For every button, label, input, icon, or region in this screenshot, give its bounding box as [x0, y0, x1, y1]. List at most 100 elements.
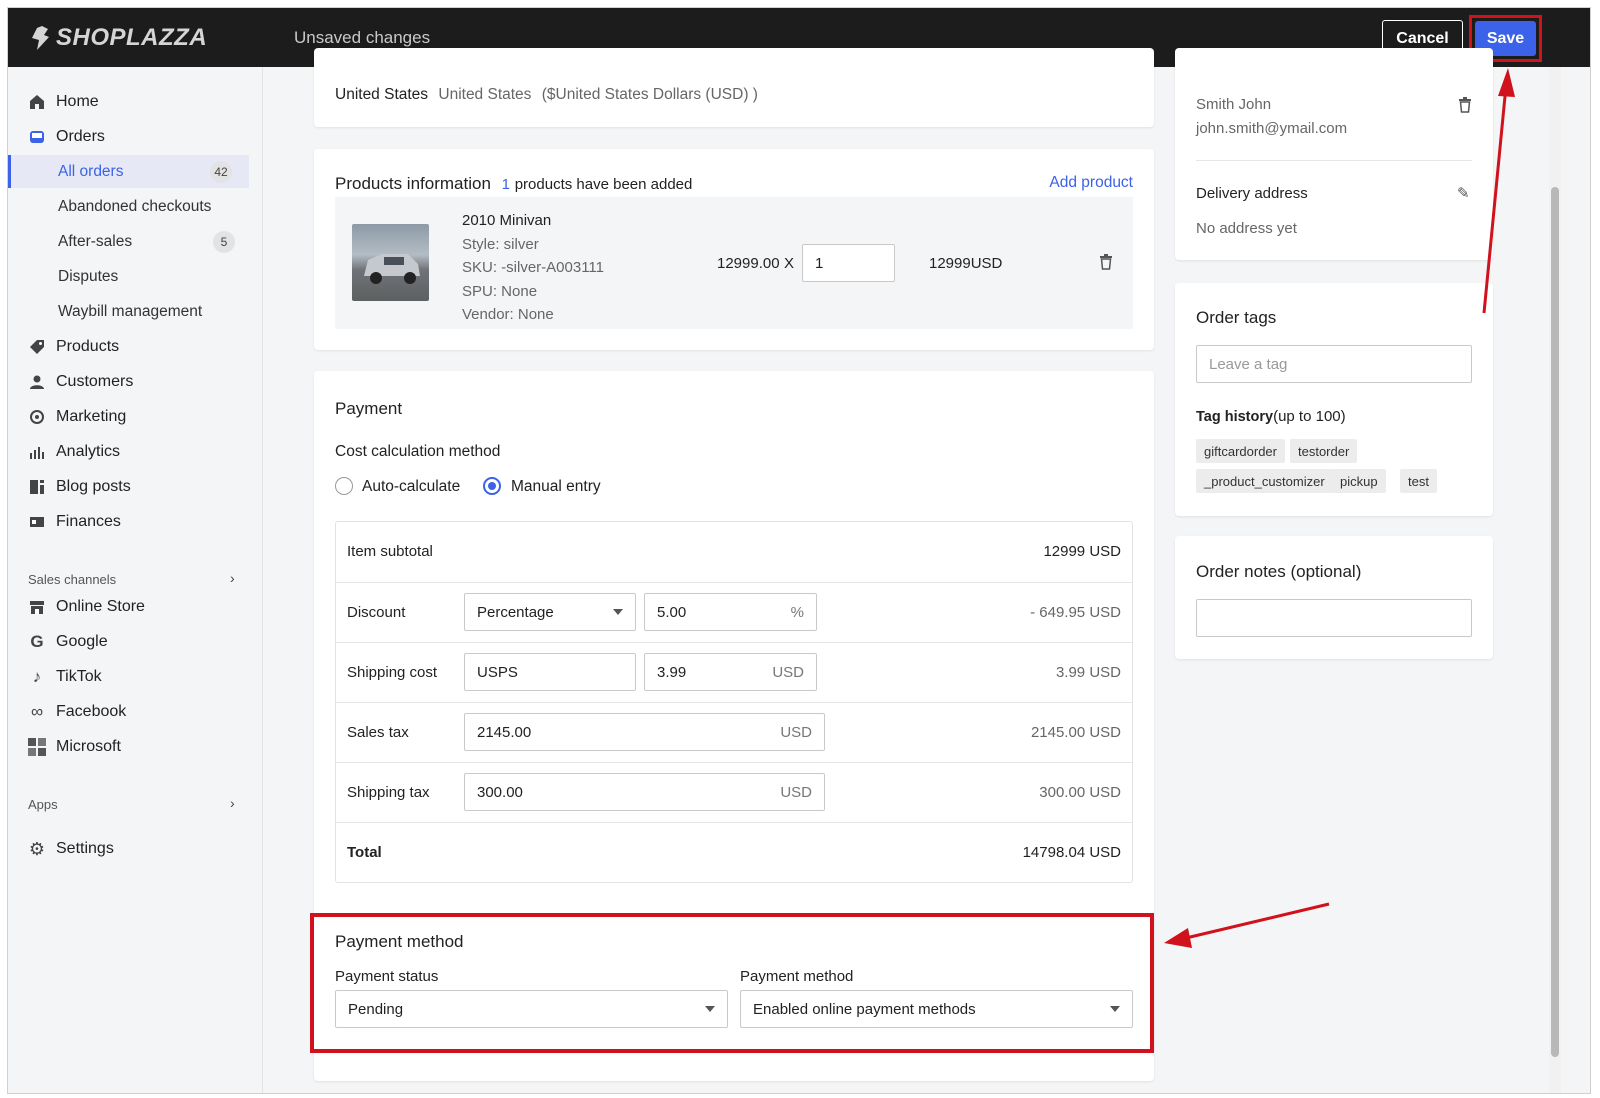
sidebar-item-blog-posts[interactable]: Blog posts — [28, 478, 131, 496]
usd-suffix: USD — [772, 663, 804, 681]
orders-icon — [28, 128, 46, 146]
market-currency: ($United States Dollars (USD) ) — [541, 86, 758, 103]
order-notes-card: Order notes (optional) — [1175, 536, 1493, 659]
sidebar-item-tiktok[interactable]: ♪ TikTok — [28, 667, 102, 686]
product-vendor: Vendor: None — [462, 306, 554, 323]
sidebar-item-label: Blog posts — [56, 478, 131, 495]
scrollbar-thumb[interactable] — [1551, 187, 1559, 1057]
sales-channels-heading[interactable]: Sales channels — [28, 572, 116, 587]
sidebar-subitem-abandoned-checkouts[interactable]: Abandoned checkouts — [58, 198, 211, 216]
sidebar-item-label: Online Store — [56, 598, 145, 615]
microsoft-icon — [28, 738, 46, 756]
market-country: United States — [438, 86, 532, 103]
apps-heading[interactable]: Apps — [28, 797, 58, 812]
customer-email: john.smith@ymail.com — [1196, 120, 1348, 137]
google-icon: G — [30, 632, 44, 651]
product-style: Style: silver — [462, 235, 539, 253]
shipping-carrier-input[interactable]: USPS — [464, 653, 636, 691]
sidebar-item-home[interactable]: Home — [28, 93, 99, 111]
sidebar-item-online-store[interactable]: Online Store — [28, 598, 145, 616]
sidebar-item-settings[interactable]: ⚙ Settings — [28, 839, 114, 859]
quantity-times: X — [784, 255, 795, 272]
order-notes-title: Order notes (optional) — [1196, 562, 1362, 581]
payment-method-highlight-box — [310, 913, 1154, 1053]
sidebar-item-label: Analytics — [56, 443, 121, 460]
tag-chip[interactable]: testorder — [1290, 439, 1358, 463]
sidebar-item-products[interactable]: Products — [28, 338, 119, 356]
sidebar-item-customers[interactable]: Customers — [28, 373, 133, 391]
discount-value: - 649.95 USD — [1030, 604, 1121, 621]
caret-down-icon — [613, 609, 623, 615]
manual-entry-label[interactable]: Manual entry — [511, 478, 601, 496]
sidebar-item-finances[interactable]: Finances — [28, 513, 121, 531]
sidebar-item-orders[interactable]: Orders — [28, 128, 105, 146]
sidebar-item-analytics[interactable]: Analytics — [28, 443, 120, 461]
shipping-tax-input[interactable]: 300.00 USD — [464, 773, 825, 811]
tag-chip[interactable]: test — [1400, 469, 1437, 493]
sales-tax-amount: 2145.00 — [477, 723, 532, 741]
shipping-amount-value: 3.99 — [657, 663, 687, 681]
shipping-tax-amount: 300.00 — [477, 783, 523, 801]
arrow-to-payment-method — [1185, 902, 1330, 940]
home-icon — [28, 93, 46, 111]
sales-tax-label: Sales tax — [347, 724, 409, 741]
discount-amount-input[interactable]: 5.00 % — [644, 593, 817, 631]
products-count-text: products have been added — [514, 176, 693, 193]
tag-icon — [28, 338, 46, 356]
all-orders-count-badge: 42 — [210, 161, 232, 183]
product-name[interactable]: 2010 Minivan — [462, 209, 604, 233]
edit-pencil-icon[interactable]: ✎ — [1457, 184, 1470, 202]
meta-icon: ∞ — [30, 702, 44, 721]
chevron-right-icon[interactable]: › — [230, 795, 235, 811]
sidebar-item-label: Google — [56, 633, 108, 650]
add-product-link[interactable]: Add product — [1049, 174, 1133, 192]
sidebar-subitem-disputes[interactable]: Disputes — [58, 268, 118, 286]
sidebar-item-marketing[interactable]: Marketing — [28, 408, 126, 426]
products-title: Products information — [335, 174, 491, 193]
blog-icon — [28, 478, 46, 496]
products-count: 1 — [501, 176, 510, 193]
arrow-to-payment-method-head — [1164, 928, 1192, 948]
product-row: 2010 Minivan Style: silver SKU: -silver-… — [335, 197, 1133, 329]
customer-card: Smith John john.smith@ymail.com Delivery… — [1175, 48, 1493, 260]
auto-calculate-label[interactable]: Auto-calculate — [362, 478, 460, 496]
sidebar-subitem-all-orders[interactable]: All orders — [58, 163, 123, 181]
tag-history-label: Tag history — [1196, 409, 1274, 425]
tag-chip[interactable]: giftcardorder — [1196, 439, 1285, 463]
customer-name[interactable]: Smith John — [1196, 96, 1271, 113]
order-notes-input[interactable] — [1196, 599, 1472, 637]
sidebar-subitem-waybill-management[interactable]: Waybill management — [58, 303, 202, 321]
chevron-right-icon[interactable]: › — [230, 570, 235, 586]
cost-table: Item subtotal 12999 USD Discount Percent… — [335, 521, 1133, 883]
trash-icon[interactable] — [1099, 254, 1113, 274]
tag-input[interactable]: Leave a tag — [1196, 345, 1472, 383]
shoplazza-logo[interactable]: SHOPLAZZA — [28, 24, 207, 52]
trash-icon[interactable] — [1458, 97, 1472, 117]
sidebar-item-google[interactable]: G Google — [28, 632, 108, 651]
sidebar-subitem-after-sales[interactable]: After-sales — [58, 233, 132, 251]
sales-tax-input[interactable]: 2145.00 USD — [464, 713, 825, 751]
shipping-tax-value: 300.00 USD — [1039, 784, 1121, 801]
manual-entry-radio[interactable] — [483, 477, 501, 495]
quantity-input[interactable]: 1 — [802, 244, 895, 282]
products-card: Products information 1 products have bee… — [314, 149, 1154, 350]
shipping-amount-input[interactable]: 3.99 USD — [644, 653, 817, 691]
auto-calculate-radio[interactable] — [335, 477, 353, 495]
discount-type-select[interactable]: Percentage — [464, 593, 636, 631]
sidebar-item-label: Customers — [56, 373, 134, 390]
shipping-cost-label: Shipping cost — [347, 664, 438, 681]
tag-chip[interactable]: pickup — [1332, 469, 1386, 493]
store-icon — [28, 598, 46, 616]
sidebar-item-label: Microsoft — [56, 738, 121, 755]
unsaved-changes-text: Unsaved changes — [294, 28, 431, 47]
tag-chip[interactable]: _product_customizer — [1196, 469, 1333, 493]
product-image[interactable] — [352, 224, 429, 301]
arrow-to-save-head — [1498, 68, 1515, 97]
scrollbar[interactable] — [1549, 67, 1561, 1093]
payment-title: Payment — [335, 399, 403, 418]
product-spu: SPU: None — [462, 282, 538, 300]
bar-chart-icon — [28, 443, 46, 461]
sidebar-item-microsoft[interactable]: Microsoft — [28, 738, 121, 756]
item-subtotal-label: Item subtotal — [347, 543, 433, 560]
sidebar-item-facebook[interactable]: ∞ Facebook — [28, 702, 126, 721]
